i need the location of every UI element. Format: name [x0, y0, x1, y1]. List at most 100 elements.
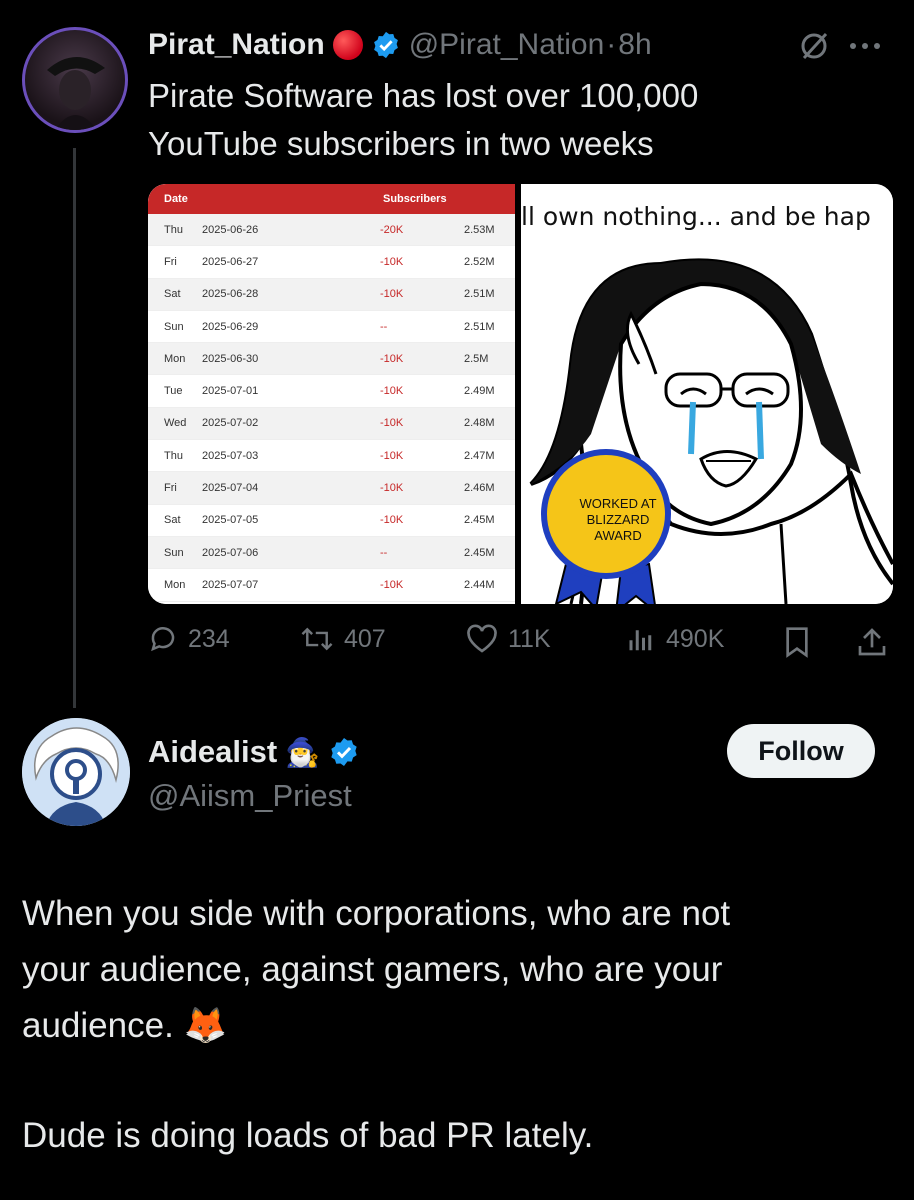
verified-badge-icon	[373, 31, 398, 59]
table-cell-change: -10K	[380, 385, 404, 398]
table-header: Date Subscribers	[148, 184, 515, 214]
reply-handle[interactable]: @Aiism_Priest	[148, 778, 352, 814]
subscriber-table-image[interactable]: Date Subscribers Thu 2025-06-26 -20K 2.53M F…	[148, 184, 515, 604]
table-cell-day: Sun	[164, 546, 184, 559]
meme-image[interactable]: ll own nothing... and be hap WORKED AT B…	[521, 184, 893, 604]
table-cell-date: 2025-06-26	[202, 223, 259, 236]
table-cell-change: -10K	[380, 514, 404, 527]
table-cell-change: -10K	[380, 417, 404, 430]
views-icon	[629, 630, 652, 651]
quoted-text-line1: Pirate Software has lost over 100,000	[148, 77, 699, 114]
table-cell-day: Sat	[164, 514, 181, 527]
table-cell-day: Fri	[164, 482, 177, 495]
like-button[interactable]: 11K	[466, 624, 551, 654]
reply-paragraph-1: When you side with corporations, who are…	[22, 886, 892, 1054]
table-row: Mon 2025-06-30 -10K 2.5M	[148, 343, 515, 376]
reply-button[interactable]: 234	[148, 624, 230, 654]
like-count: 11K	[508, 624, 551, 653]
table-cell-date: 2025-07-01	[202, 385, 259, 398]
table-cell-total: 2.49M	[464, 385, 495, 398]
wizard-emoji: 🧙‍♂️	[285, 736, 321, 768]
view-count: 490K	[666, 624, 725, 653]
table-cell-date: 2025-07-06	[202, 546, 259, 559]
table-cell-day: Mon	[164, 578, 186, 591]
more-options-icon[interactable]	[850, 38, 890, 54]
table-cell-date: 2025-06-29	[202, 320, 259, 333]
table-cell-total: 2.51M	[464, 320, 495, 333]
table-cell-date: 2025-07-02	[202, 417, 259, 430]
reply-display-name[interactable]: Aidealist	[148, 734, 277, 770]
award-badge-text: WORKED AT BLIZZARD AWARD	[553, 496, 683, 544]
table-cell-change: -10K	[380, 255, 404, 268]
quoted-action-bar: 234 407 11K 490K	[148, 624, 893, 660]
table-row: Sat 2025-07-05 -10K 2.45M	[148, 505, 515, 537]
table-row: Tue 2025-07-01 -10K 2.49M	[148, 375, 515, 408]
grok-icon[interactable]	[798, 30, 830, 62]
heart-icon	[467, 624, 497, 653]
table-cell-date: 2025-06-27	[202, 255, 259, 268]
quoted-text-line2: YouTube subscribers in two weeks	[148, 125, 654, 162]
quoted-media[interactable]: Date Subscribers Thu 2025-06-26 -20K 2.53M F…	[148, 184, 893, 604]
table-cell-total: 2.45M	[464, 514, 495, 527]
reply-line2: your audience, against gamers, who are y…	[22, 950, 723, 989]
table-row: Thu 2025-06-26 -20K 2.53M	[148, 214, 515, 247]
table-cell-change: -20K	[380, 223, 404, 236]
table-cell-day: Fri	[164, 255, 177, 268]
repost-button[interactable]: 407	[300, 624, 386, 654]
reply-line3-text: audience.	[22, 1006, 174, 1045]
table-cell-day: Wed	[164, 417, 187, 430]
reply-line3: audience. 🦊	[22, 998, 892, 1054]
dot-separator: ·	[606, 28, 617, 61]
table-cell-total: 2.53M	[464, 223, 495, 236]
crying-wojak-drawing	[529, 258, 893, 604]
repost-count: 407	[344, 624, 386, 653]
table-cell-date: 2025-07-07	[202, 578, 259, 591]
bookmark-icon[interactable]	[782, 626, 812, 658]
table-cell-day: Sun	[164, 320, 184, 333]
aidealist-avatar[interactable]	[22, 718, 130, 826]
red-circle-icon	[332, 30, 363, 60]
table-row: Mon 2025-07-07 -10K 2.44M	[148, 569, 515, 602]
table-row: Thu 2025-07-03 -10K 2.47M	[148, 440, 515, 473]
table-cell-change: -10K	[380, 578, 404, 591]
table-cell-day: Sat	[164, 288, 181, 301]
table-cell-total: 2.45M	[464, 546, 495, 559]
table-row: Fri 2025-06-27 -10K 2.52M	[148, 246, 515, 279]
quoted-header: Pirat_Nation @Pirat_Nation · 8h	[148, 24, 652, 66]
table-cell-total: 2.5M	[464, 352, 489, 365]
table-cell-date: 2025-07-03	[202, 449, 259, 462]
reply-line1: When you side with corporations, who are…	[22, 894, 731, 933]
table-row: Fri 2025-07-04 -10K 2.46M	[148, 472, 515, 505]
table-cell-day: Tue	[164, 385, 183, 398]
table-cell-change: -10K	[380, 288, 404, 301]
table-row: Sun 2025-06-29 -- 2.51M	[148, 311, 515, 344]
table-row: Wed 2025-07-02 -10K 2.48M	[148, 407, 515, 441]
table-cell-change: --	[380, 320, 388, 333]
reply-author: Aidealist 🧙‍♂️	[148, 730, 360, 774]
quoted-handle[interactable]: @Pirat_Nation	[409, 28, 605, 62]
table-row: Sun 2025-07-06 -- 2.45M	[148, 536, 515, 570]
table-cell-change: --	[380, 546, 388, 559]
table-cell-date: 2025-07-04	[202, 482, 259, 495]
reply-paragraph-2: Dude is doing loads of bad PR lately.	[22, 1116, 594, 1155]
share-icon[interactable]	[856, 626, 888, 658]
table-cell-date: 2025-06-30	[202, 352, 259, 365]
table-cell-total: 2.46M	[464, 482, 495, 495]
quoted-display-name[interactable]: Pirat_Nation	[148, 28, 325, 62]
badge-line1: WORKED AT	[579, 496, 657, 511]
header-date: Date	[164, 193, 188, 205]
fox-emoji: 🦊	[183, 1006, 228, 1045]
table-cell-day: Mon	[164, 352, 186, 365]
table-cell-total: 2.52M	[464, 255, 495, 268]
pirat-nation-avatar[interactable]	[22, 27, 128, 133]
verified-badge-icon	[331, 738, 357, 766]
reply-count: 234	[188, 624, 230, 653]
reply-icon	[151, 627, 175, 652]
table-cell-total: 2.44M	[464, 578, 495, 591]
follow-button[interactable]: Follow	[727, 724, 875, 778]
views-button[interactable]: 490K	[626, 624, 724, 654]
quoted-time[interactable]: 8h	[618, 28, 651, 62]
table-cell-date: 2025-06-28	[202, 288, 259, 301]
table-cell-change: -10K	[380, 352, 404, 365]
table-cell-change: -10K	[380, 449, 404, 462]
